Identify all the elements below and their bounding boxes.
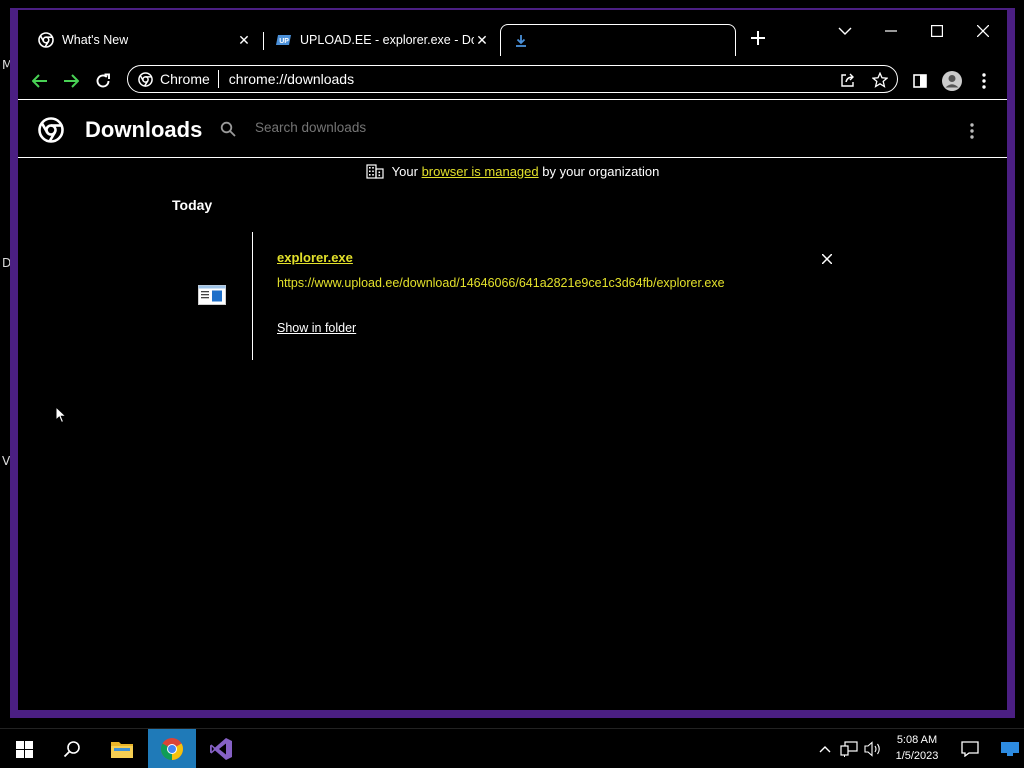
more-actions-icon[interactable] — [962, 119, 982, 143]
side-panel-button[interactable] — [907, 68, 933, 94]
mouse-cursor-icon — [55, 405, 68, 424]
browser-toolbar: Chrome chrome://downloads — [18, 62, 1007, 100]
volume-icon[interactable] — [862, 729, 884, 768]
tab-strip: What's New ✕ UP UPLOAD.EE - explorer.exe… — [18, 10, 1007, 68]
downloads-toolbar: Downloads — [18, 101, 1007, 158]
chrome-icon[interactable] — [148, 729, 196, 768]
tab-title: UPLOAD.EE - explorer.exe - Dow — [300, 33, 474, 47]
clock-date: 1/5/2023 — [895, 750, 939, 762]
exe-file-icon — [198, 285, 226, 305]
managed-text-suffix: by your organization — [542, 163, 660, 179]
tab-separator — [263, 32, 264, 50]
svg-text:UP: UP — [279, 38, 289, 45]
chrome-menu-icon[interactable] — [971, 68, 997, 94]
address-url[interactable]: chrome://downloads — [229, 71, 354, 87]
network-icon[interactable] — [838, 729, 860, 768]
maximize-button[interactable] — [914, 16, 960, 46]
start-icon[interactable] — [0, 729, 48, 768]
remove-download-close-icon[interactable] — [818, 250, 836, 268]
tab-search-chevron-icon[interactable] — [822, 16, 868, 46]
site-chip[interactable]: Chrome — [128, 70, 219, 88]
taskbar: 5:08 AM 1/5/2023 — [0, 728, 1024, 768]
search-icon[interactable] — [48, 729, 96, 768]
upload-ee-icon: UP — [276, 32, 292, 48]
profile-avatar-icon[interactable] — [939, 68, 965, 94]
new-tab-button[interactable] — [748, 30, 768, 50]
chrome-logo-icon — [38, 117, 64, 143]
download-file-name-link[interactable]: explorer.exe — [277, 250, 353, 265]
download-item: explorer.exe https://www.upload.ee/downl… — [198, 232, 852, 360]
download-icon — [513, 33, 529, 49]
show-hidden-icons-chevron-icon[interactable] — [815, 729, 835, 768]
site-chip-label: Chrome — [160, 71, 210, 87]
file-explorer-icon[interactable] — [98, 729, 146, 768]
search-icon[interactable] — [220, 121, 238, 139]
managed-link[interactable]: browser is managed — [422, 164, 539, 179]
minimize-button[interactable] — [868, 16, 914, 46]
page-title: Downloads — [85, 117, 203, 142]
forward-button[interactable] — [58, 68, 84, 94]
action-center-notification-icon[interactable] — [957, 729, 983, 768]
desktop-icon-label-v: V — [2, 454, 11, 468]
search-downloads-input[interactable] — [255, 120, 555, 135]
chrome-icon — [38, 32, 54, 48]
address-bar[interactable]: Chrome chrome://downloads — [127, 65, 898, 93]
tab-title: What's New — [62, 33, 129, 47]
share-icon[interactable] — [838, 70, 858, 90]
browser-window: What's New ✕ UP UPLOAD.EE - explorer.exe… — [10, 8, 1015, 718]
visual-studio-icon[interactable] — [197, 729, 245, 768]
taskbar-clock[interactable]: 5:08 AM 1/5/2023 — [888, 732, 946, 764]
show-desktop-icon[interactable] — [998, 729, 1022, 768]
tab-upload-ee[interactable]: UP UPLOAD.EE - explorer.exe - Dow ✕ — [268, 24, 498, 56]
managed-text-prefix: Your — [391, 163, 418, 179]
date-group-heading: Today — [172, 197, 213, 213]
tab-close-icon[interactable]: ✕ — [236, 32, 252, 48]
tab-downloads[interactable] — [500, 24, 736, 56]
bookmark-star-icon[interactable] — [870, 70, 890, 90]
show-in-folder-link[interactable]: Show in folder — [277, 321, 356, 335]
building-icon — [366, 164, 384, 179]
clock-time: 5:08 AM — [896, 734, 938, 746]
tab-whats-new[interactable]: What's New ✕ — [30, 24, 260, 56]
reload-button[interactable] — [90, 68, 116, 94]
browser-window-content: What's New ✕ UP UPLOAD.EE - explorer.exe… — [18, 10, 1007, 710]
chrome-icon — [138, 71, 153, 87]
managed-notice: Your browser is managed by your organiza… — [18, 163, 1007, 179]
tab-close-icon[interactable]: ✕ — [474, 32, 490, 48]
back-button[interactable] — [27, 68, 53, 94]
close-window-button[interactable] — [960, 16, 1006, 46]
download-source-url[interactable]: https://www.upload.ee/download/14646066/… — [277, 276, 725, 290]
